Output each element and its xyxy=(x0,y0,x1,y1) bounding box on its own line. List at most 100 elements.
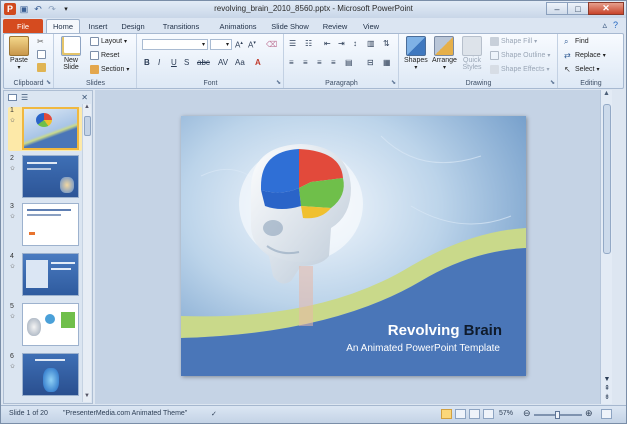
format-painter-button[interactable] xyxy=(37,63,46,72)
text-direction-icon[interactable]: ⇅ xyxy=(383,39,390,48)
shape-effects-button[interactable]: Shape Effects ▾ xyxy=(490,65,549,74)
cut-button[interactable]: ✂ xyxy=(37,37,46,46)
align-left-icon[interactable]: ≡ xyxy=(289,58,294,67)
new-slide-button[interactable]: New Slide xyxy=(61,36,81,71)
scroll-down-icon[interactable]: ▼ xyxy=(601,375,613,384)
decrease-indent-icon[interactable]: ⇤ xyxy=(324,39,331,48)
tab-slide-show[interactable]: Slide Show xyxy=(267,19,313,33)
minimize-ribbon-icon[interactable]: ▵ xyxy=(602,20,607,31)
close-pane-icon[interactable]: ✕ xyxy=(81,93,88,102)
zoom-out-icon[interactable]: ⊖ xyxy=(523,408,531,419)
italic-icon[interactable]: I xyxy=(158,58,160,67)
align-center-icon[interactable]: ≡ xyxy=(303,58,308,67)
title-bar: P ▣ ↶ ↷ ▾ revolving_brain_2010_8560.pptx… xyxy=(1,1,626,18)
tab-view[interactable]: View xyxy=(357,19,385,33)
copy-button[interactable] xyxy=(37,50,46,59)
shape-outline-button[interactable]: Shape Outline ▾ xyxy=(490,51,550,60)
paste-button[interactable]: Paste ▾ xyxy=(9,36,29,71)
shapes-button[interactable]: Shapes ▾ xyxy=(404,36,428,71)
next-slide-icon[interactable]: ⇟ xyxy=(601,393,613,402)
animation-star-icon: ✩ xyxy=(10,166,16,172)
reset-button[interactable]: Reset xyxy=(90,51,119,60)
arrange-button[interactable]: Arrange ▾ xyxy=(432,36,457,71)
clipboard-launcher-icon[interactable]: ⬊ xyxy=(46,79,51,86)
strikethrough-icon[interactable]: abc xyxy=(197,58,210,67)
thumbnail-4[interactable]: 4 ✩ xyxy=(8,253,82,297)
outline-tab-icon[interactable]: ☰ xyxy=(21,93,28,102)
fit-to-window-icon[interactable] xyxy=(601,409,612,419)
slide-subtitle[interactable]: An Animated PowerPoint Template xyxy=(346,343,500,354)
align-columns-icon[interactable]: ▤ xyxy=(345,58,353,67)
paragraph-launcher-icon[interactable]: ⬊ xyxy=(391,79,396,86)
minimize-button[interactable]: – xyxy=(546,2,568,15)
thumbnail-2[interactable]: 2 ✩ xyxy=(8,155,82,199)
layout-button[interactable]: Layout ▾ xyxy=(90,37,127,46)
normal-view-icon[interactable] xyxy=(441,409,452,419)
character-spacing-icon[interactable]: AV xyxy=(218,58,228,67)
section-button[interactable]: Section ▾ xyxy=(90,65,129,74)
numbering-icon[interactable]: ☷ xyxy=(305,39,312,48)
font-color-icon[interactable]: A xyxy=(255,58,261,67)
drawing-launcher-icon[interactable]: ⬊ xyxy=(550,79,555,86)
grow-font-icon[interactable]: A▴ xyxy=(235,40,243,50)
underline-icon[interactable]: U xyxy=(171,58,177,67)
slide-title[interactable]: Revolving Brain xyxy=(181,322,502,339)
find-button[interactable]: ⌕ Find xyxy=(564,37,589,46)
tab-transitions[interactable]: Transitions xyxy=(155,19,207,33)
spellcheck-icon[interactable]: ✓ xyxy=(211,410,217,418)
slides-pane-scrollbar[interactable]: ▲ ▼ xyxy=(82,104,91,402)
bullets-icon[interactable]: ☰ xyxy=(289,39,296,48)
zoom-level[interactable]: 57% xyxy=(499,410,513,417)
shadow-icon[interactable]: S xyxy=(184,58,189,67)
font-name-box[interactable]: ▾ xyxy=(142,39,208,50)
slide-sorter-view-icon[interactable] xyxy=(455,409,466,419)
align-right-icon[interactable]: ≡ xyxy=(317,58,322,67)
tab-insert[interactable]: Insert xyxy=(83,19,113,33)
editor-scrollbar[interactable]: ▲ ▼ ⇞ ⇟ xyxy=(600,90,612,404)
animation-star-icon: ✩ xyxy=(10,364,16,370)
close-button[interactable]: ✕ xyxy=(588,2,624,15)
scroll-down-icon[interactable]: ▼ xyxy=(83,393,91,402)
tab-file[interactable]: File xyxy=(3,19,43,33)
brain-thumb-icon xyxy=(36,113,52,127)
thumbnail-1[interactable]: 1 ✩ xyxy=(8,107,82,151)
select-button[interactable]: ↖ Select ▾ xyxy=(564,65,599,74)
quick-styles-button[interactable]: Quick Styles xyxy=(462,36,482,71)
previous-slide-icon[interactable]: ⇞ xyxy=(601,384,613,393)
tab-design[interactable]: Design xyxy=(117,19,149,33)
justify-icon[interactable]: ≡ xyxy=(331,58,336,67)
bold-icon[interactable]: B xyxy=(144,58,150,67)
thumbnail-6[interactable]: 6 ✩ xyxy=(8,353,82,397)
slides-tab-icon[interactable] xyxy=(8,93,17,101)
zoom-in-icon[interactable]: ⊕ xyxy=(585,408,593,419)
scroll-up-icon[interactable]: ▲ xyxy=(83,104,91,113)
current-slide[interactable]: Revolving Brain An Animated PowerPoint T… xyxy=(181,116,526,376)
align-text-icon[interactable]: ⊟ xyxy=(367,58,374,67)
shape-fill-button[interactable]: Shape Fill ▾ xyxy=(490,37,537,46)
zoom-slider-knob[interactable] xyxy=(555,411,560,419)
brain-thumb-icon xyxy=(27,318,41,336)
tab-animations[interactable]: Animations xyxy=(212,19,264,33)
replace-button[interactable]: ⇄ Replace ▾ xyxy=(564,51,606,60)
tab-home[interactable]: Home xyxy=(46,19,80,33)
clear-formatting-icon[interactable]: ⌫ xyxy=(266,40,277,49)
increase-indent-icon[interactable]: ⇥ xyxy=(338,39,345,48)
thumbnail-5[interactable]: 5 ✩ xyxy=(8,303,82,347)
tab-review[interactable]: Review xyxy=(319,19,351,33)
maximize-button[interactable]: □ xyxy=(567,2,589,15)
help-icon[interactable]: ? xyxy=(613,20,618,31)
scroll-thumb[interactable] xyxy=(84,116,91,136)
font-launcher-icon[interactable]: ⬊ xyxy=(276,79,281,86)
shrink-font-icon[interactable]: A▾ xyxy=(248,40,256,50)
thumbnail-3[interactable]: 3 ✩ xyxy=(8,203,82,247)
scroll-up-icon[interactable]: ▲ xyxy=(601,90,612,101)
zoom-slider[interactable] xyxy=(534,411,582,419)
slide-show-view-icon[interactable] xyxy=(483,409,494,419)
font-size-box[interactable]: ▾ xyxy=(210,39,232,50)
reading-view-icon[interactable] xyxy=(469,409,480,419)
scroll-thumb[interactable] xyxy=(603,104,611,254)
change-case-icon[interactable]: Aa xyxy=(235,58,245,67)
smartart-icon[interactable]: ▦ xyxy=(383,58,391,67)
columns-icon[interactable]: ▥ xyxy=(367,39,375,48)
line-spacing-icon[interactable]: ↕ xyxy=(353,39,357,48)
